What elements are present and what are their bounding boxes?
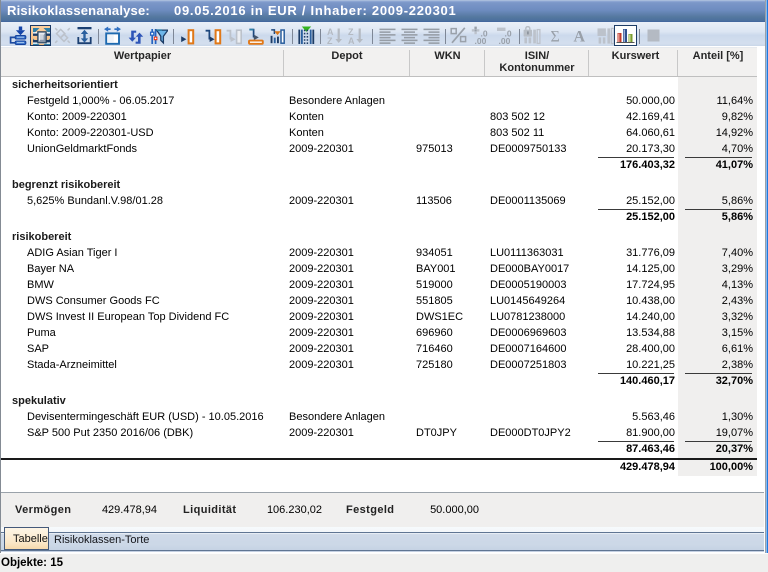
svg-text:A: A bbox=[348, 36, 355, 45]
svg-text:.00: .00 bbox=[475, 36, 487, 45]
svg-text:Z: Z bbox=[327, 36, 333, 45]
svg-text:Σ: Σ bbox=[551, 29, 560, 46]
svg-text:A: A bbox=[574, 29, 586, 46]
svg-text:.00: .00 bbox=[499, 36, 511, 45]
